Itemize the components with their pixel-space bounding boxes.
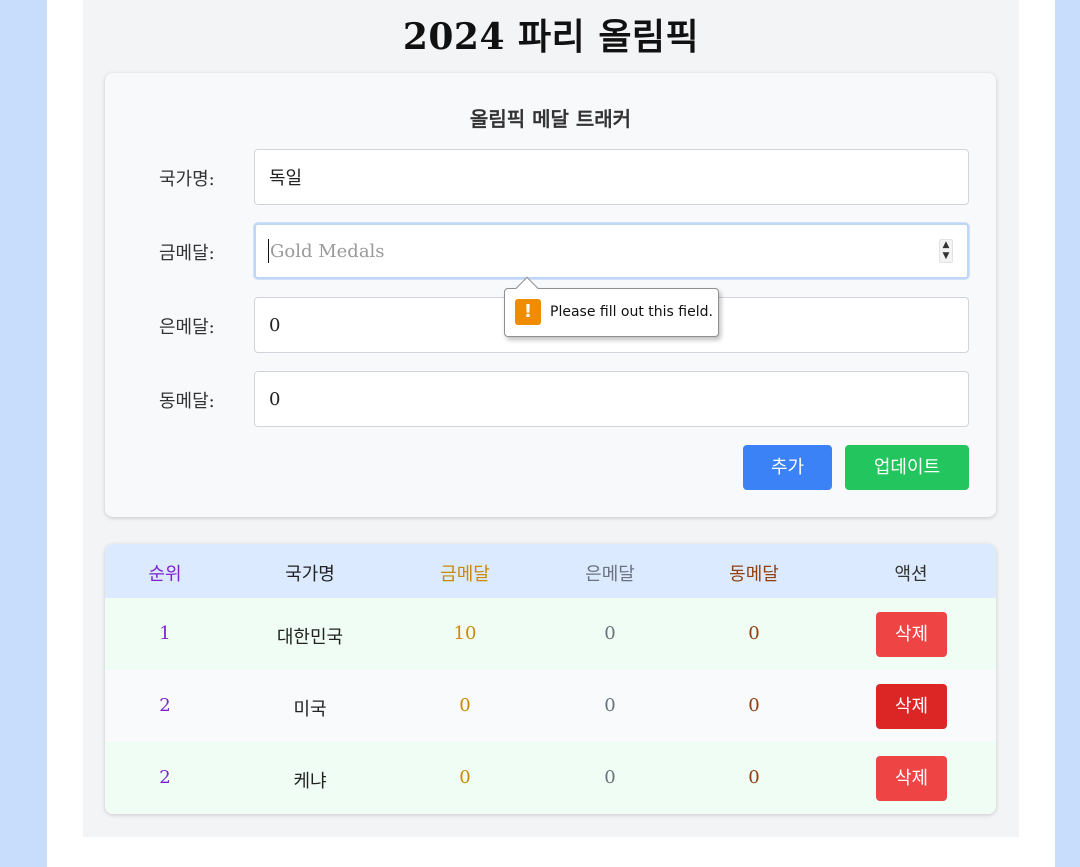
bronze-label: 동메달:: [159, 391, 215, 412]
app-container: 2024 파리 올림픽 올림픽 메달 트래커 국가명: 금메달: ▲▼ 은메달:…: [83, 0, 1019, 837]
gold-row: 금메달: ▲▼: [105, 223, 996, 279]
form-heading: 올림픽 메달 트래커: [469, 107, 632, 131]
bronze-cell: 0: [748, 623, 760, 644]
delete-button[interactable]: 삭제: [876, 612, 947, 657]
country-input[interactable]: [254, 149, 969, 205]
header-country: 국가명: [285, 564, 335, 585]
delete-button[interactable]: 삭제: [876, 684, 947, 729]
gold-label: 금메달:: [159, 243, 215, 264]
silver-cell: 0: [604, 695, 616, 716]
rank-cell: 1: [159, 623, 171, 644]
gold-cell: 10: [453, 623, 477, 644]
add-button[interactable]: 추가: [743, 445, 832, 490]
silver-cell: 0: [604, 767, 616, 788]
gold-cell: 0: [459, 767, 471, 788]
page-title: 2024 파리 올림픽: [402, 16, 700, 58]
rank-cell: 2: [159, 695, 171, 716]
header-rank: 순위: [148, 564, 182, 585]
rank-cell: 2: [159, 767, 171, 788]
table-row: 2 케냐 0 0 0 삭제: [105, 742, 996, 814]
bronze-input[interactable]: [254, 371, 969, 427]
country-row: 국가명:: [105, 149, 996, 205]
country-cell: 케냐: [293, 771, 327, 792]
medal-table: 순위 국가명 금메달 은메달 동메달 액션 1 대한민국 10 0 0 삭제 2…: [105, 544, 996, 814]
table-row: 1 대한민국 10 0 0 삭제: [105, 598, 996, 670]
update-button[interactable]: 업데이트: [845, 445, 969, 490]
bronze-row: 동메달:: [105, 371, 996, 427]
warning-icon: !: [515, 299, 541, 325]
gold-cell: 0: [459, 695, 471, 716]
silver-cell: 0: [604, 623, 616, 644]
table-row: 2 미국 0 0 0 삭제: [105, 670, 996, 742]
validation-tooltip: ! Please fill out this field.: [504, 276, 719, 337]
country-label: 국가명:: [159, 169, 215, 190]
silver-label: 은메달:: [159, 317, 215, 338]
gold-input[interactable]: [254, 223, 969, 279]
country-cell: 미국: [293, 699, 327, 720]
header-silver: 은메달: [585, 564, 635, 585]
bronze-cell: 0: [748, 695, 760, 716]
header-action: 액션: [894, 564, 928, 585]
header-bronze: 동메달: [729, 564, 779, 585]
country-cell: 대한민국: [276, 627, 344, 648]
bronze-cell: 0: [748, 767, 760, 788]
table-header: 순위 국가명 금메달 은메달 동메달 액션: [105, 544, 996, 598]
validation-message: Please fill out this field.: [550, 304, 713, 320]
header-gold: 금메달: [440, 564, 490, 585]
delete-button[interactable]: 삭제: [876, 756, 947, 801]
